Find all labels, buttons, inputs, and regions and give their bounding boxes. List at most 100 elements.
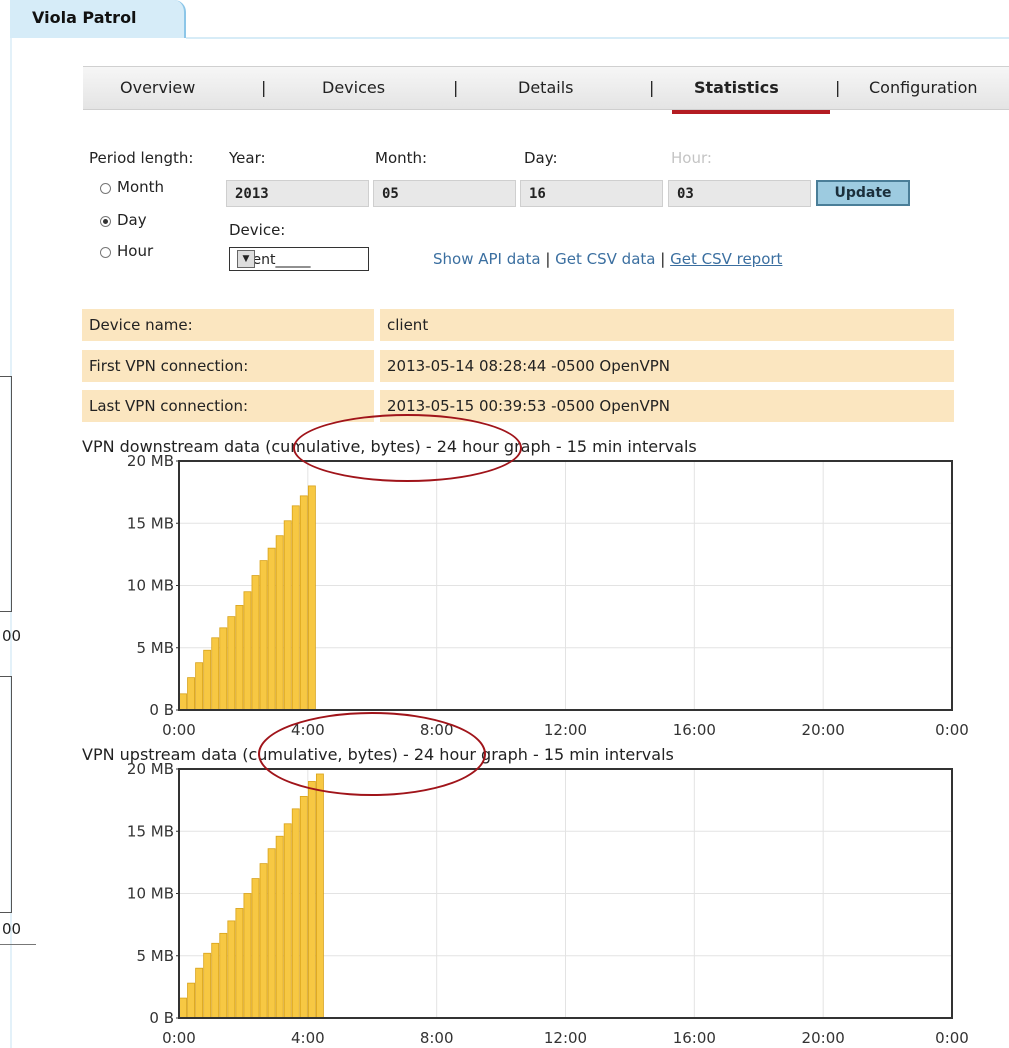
background-divider — [0, 944, 36, 945]
chart-bar — [235, 605, 244, 711]
get-csv-data-link[interactable]: Get CSV data — [555, 250, 655, 268]
app-title-tab[interactable]: Viola Patrol — [10, 0, 186, 38]
chart-bar — [291, 808, 300, 1019]
nav-separator: | — [453, 78, 459, 97]
chart-bar — [267, 547, 276, 711]
get-csv-report-link[interactable]: Get CSV report — [670, 250, 782, 268]
x-tick-label: 4:00 — [291, 1029, 325, 1047]
device-name-label-cell: Device name: — [82, 309, 374, 341]
downstream-chart: 0 B5 MB10 MB15 MB20 MB0:00 4:00 8:00 12:00 1… — [127, 454, 969, 739]
device-select[interactable]: client_____ ▼ — [229, 247, 369, 271]
upstream-chart: 0 B 5 MB 10 MB 15 MB 20 MB 0:00 4:00 8:00 12:00 1… — [127, 762, 969, 1047]
period-length-label: Period length: — [89, 149, 194, 167]
chart-bar — [243, 591, 252, 711]
chart-bar — [259, 560, 268, 711]
chart-bar — [283, 520, 292, 711]
radio-hour-label: Hour — [117, 242, 154, 260]
chart-bar — [219, 627, 228, 711]
annotation-oval-upstream — [258, 712, 486, 796]
y-tick-label: 0 B — [149, 701, 174, 719]
y-tick-label: 20 MB — [127, 762, 174, 778]
main-nav: Overview | Devices | Details | Statistic… — [83, 66, 1009, 110]
device-name-label: Device name: — [89, 316, 193, 334]
y-tick-label: 20 MB — [127, 454, 174, 470]
chart-bar — [275, 835, 284, 1019]
device-name-value: client — [387, 316, 429, 334]
device-label: Device: — [229, 221, 286, 239]
radio-month[interactable] — [100, 183, 111, 194]
tab-statistics[interactable]: Statistics — [694, 78, 779, 97]
radio-month-label: Month — [117, 178, 165, 196]
chart-bar — [195, 967, 204, 1019]
x-tick-label: 20:00 — [802, 721, 845, 739]
chart-bar — [235, 908, 244, 1019]
period-option-day[interactable]: Day — [100, 211, 210, 233]
x-tick-label: 12:00 — [544, 721, 587, 739]
background-chart-frame-bottom — [0, 676, 12, 913]
radio-day[interactable] — [100, 216, 111, 227]
data-links: Show API data | Get CSV data | Get CSV r… — [433, 250, 782, 268]
month-label: Month: — [375, 149, 428, 167]
x-tick-label: 0:00 — [162, 1029, 196, 1047]
tab-devices[interactable]: Devices — [322, 78, 385, 97]
show-api-data-link[interactable]: Show API data — [433, 250, 541, 268]
x-tick-label: 0:00 — [935, 721, 969, 739]
tab-overview[interactable]: Overview — [120, 78, 195, 97]
y-tick-label: 15 MB — [127, 514, 174, 532]
year-label: Year: — [229, 149, 266, 167]
x-tick-label: 8:00 — [420, 1029, 454, 1047]
chart-bar — [275, 535, 284, 711]
chart-bar — [307, 485, 316, 711]
chart-bar — [211, 637, 220, 711]
chart-bar — [291, 505, 300, 711]
first-connection-value: 2013-05-14 08:28:44 -0500 OpenVPN — [387, 357, 671, 375]
link-separator: | — [660, 250, 666, 268]
y-tick-label: 5 MB — [136, 639, 174, 657]
x-tick-label: 20:00 — [802, 1029, 845, 1047]
chevron-down-icon[interactable]: ▼ — [237, 250, 255, 268]
device-name-value-cell: client — [380, 309, 954, 341]
y-tick-label: 10 MB — [127, 885, 174, 903]
x-tick-label: 12:00 — [544, 1029, 587, 1047]
y-tick-label: 10 MB — [127, 577, 174, 595]
tab-details[interactable]: Details — [518, 78, 573, 97]
chart-bar — [195, 662, 204, 711]
radio-day-label: Day — [117, 211, 147, 229]
x-tick-label: 0:00 — [162, 721, 196, 739]
period-option-hour[interactable]: Hour — [100, 242, 210, 264]
tab-configuration[interactable]: Configuration — [869, 78, 978, 97]
year-field[interactable]: 2013 — [226, 180, 369, 207]
y-tick-label: 5 MB — [136, 947, 174, 965]
app-title: Viola Patrol — [32, 8, 137, 27]
chart-bar — [307, 781, 316, 1019]
active-tab-indicator — [672, 110, 830, 114]
hour-field[interactable]: 03 — [668, 180, 811, 207]
chart-bar — [179, 693, 187, 711]
period-option-month[interactable]: Month — [100, 178, 210, 200]
link-separator: | — [545, 250, 551, 268]
y-tick-label: 15 MB — [127, 822, 174, 840]
hour-label: Hour: — [671, 149, 712, 167]
chart-bar — [179, 997, 187, 1019]
chart-bar — [243, 893, 252, 1019]
chart-bar — [315, 773, 324, 1019]
day-label: Day: — [524, 149, 558, 167]
last-connection-value-cell: 2013-05-15 00:39:53 -0500 OpenVPN — [380, 390, 954, 422]
chart-bar — [187, 982, 196, 1019]
nav-separator: | — [835, 78, 841, 97]
background-tick-top: 00 — [2, 627, 22, 645]
header-divider — [186, 37, 1009, 39]
update-button[interactable]: Update — [816, 180, 910, 206]
chart-bar — [203, 952, 212, 1019]
first-connection-value-cell: 2013-05-14 08:28:44 -0500 OpenVPN — [380, 350, 954, 382]
chart-bar — [251, 575, 260, 711]
chart-bar — [187, 677, 196, 711]
chart-bar — [251, 878, 260, 1019]
x-tick-label: 0:00 — [935, 1029, 969, 1047]
radio-hour[interactable] — [100, 247, 111, 258]
first-connection-label-cell: First VPN connection: — [82, 350, 374, 382]
month-field[interactable]: 05 — [373, 180, 516, 207]
last-connection-label: Last VPN connection: — [89, 397, 249, 415]
chart-bar — [227, 920, 236, 1019]
day-field[interactable]: 16 — [520, 180, 663, 207]
